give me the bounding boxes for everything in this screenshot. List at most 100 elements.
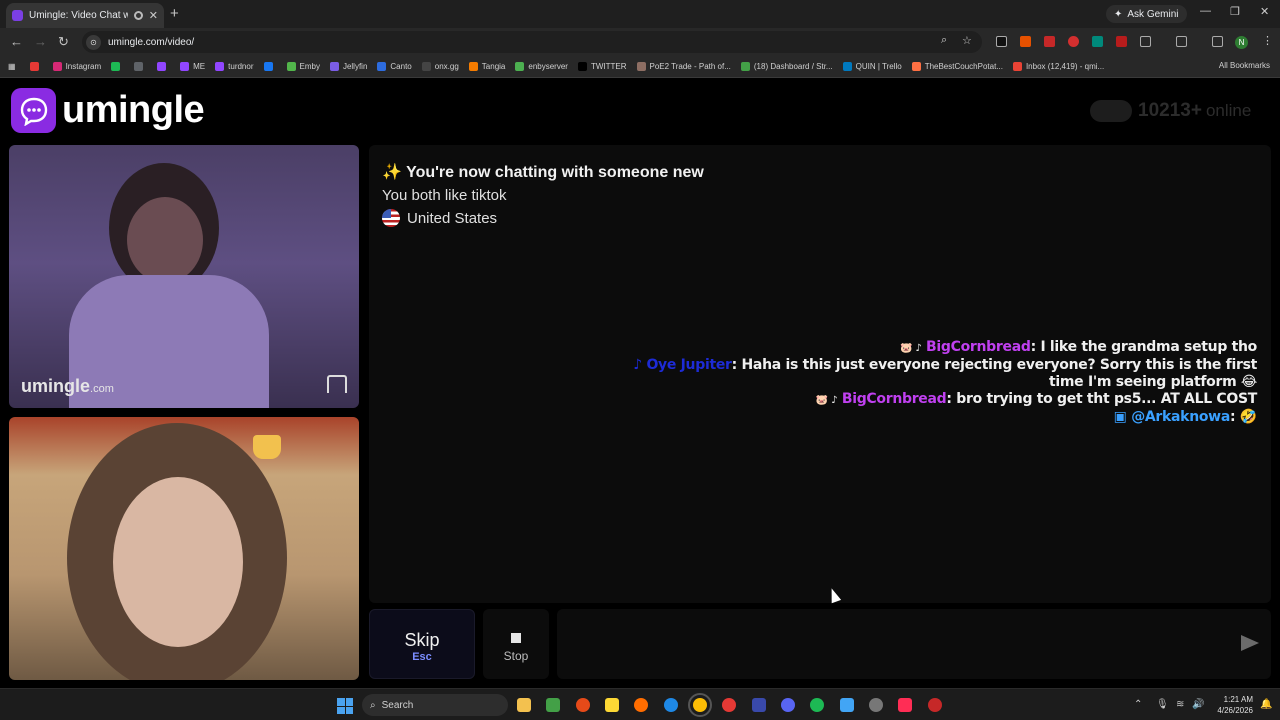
bookmark-item[interactable] bbox=[134, 62, 147, 71]
close-window-icon[interactable]: ✕ bbox=[1260, 5, 1269, 18]
bookmark-item[interactable] bbox=[263, 62, 277, 71]
bookmark-item[interactable]: Canto bbox=[377, 62, 412, 71]
site-info-icon[interactable]: ⊙ bbox=[86, 34, 101, 50]
search-icon: ⌕ bbox=[370, 699, 376, 711]
stranger-face bbox=[127, 197, 203, 283]
all-bookmarks-button[interactable]: All Bookmarks bbox=[1219, 61, 1270, 70]
windows-start-icon[interactable] bbox=[337, 698, 353, 714]
report-flag-icon[interactable] bbox=[327, 375, 347, 393]
bookmark-favicon-icon bbox=[421, 62, 431, 71]
stranger-video: umingle.com bbox=[9, 145, 359, 408]
extension-k-icon[interactable] bbox=[996, 36, 1007, 47]
back-icon[interactable]: ← bbox=[10, 34, 23, 49]
bookmark-favicon-icon bbox=[1012, 62, 1022, 71]
zoom-icon[interactable]: ⌕ bbox=[941, 34, 947, 47]
lamp-shade bbox=[253, 435, 281, 459]
media-controls-icon[interactable] bbox=[1212, 36, 1223, 47]
ask-gemini-label: Ask Gemini bbox=[1127, 8, 1179, 20]
tab-title: Umingle: Video Chat with S bbox=[29, 10, 128, 21]
umingle-favicon-icon bbox=[12, 10, 23, 21]
message-input[interactable] bbox=[557, 609, 1271, 679]
chrome-icon[interactable] bbox=[688, 693, 712, 717]
tab-umingle[interactable]: Umingle: Video Chat with S ✕ bbox=[6, 3, 164, 28]
bookmark-item[interactable]: TheBestCouchPotat... bbox=[911, 62, 1003, 71]
file-explorer-icon[interactable] bbox=[517, 698, 531, 712]
address-bar[interactable]: ⊙ umingle.com/video/ bbox=[82, 31, 982, 53]
bookmark-item[interactable] bbox=[157, 62, 170, 71]
app-red-icon[interactable] bbox=[928, 698, 942, 712]
extensions-puzzle-icon[interactable] bbox=[1140, 36, 1151, 47]
bookmark-item[interactable]: Inbox (12,419) - qmi... bbox=[1012, 62, 1104, 71]
bookmark-favicon-icon bbox=[215, 62, 225, 71]
extension-7tv-icon[interactable] bbox=[1092, 36, 1103, 47]
forward-icon[interactable]: → bbox=[34, 34, 47, 49]
restore-icon[interactable]: ❐ bbox=[1230, 5, 1240, 18]
wifi-icon[interactable]: ≋ bbox=[1176, 699, 1184, 710]
side-panel-icon[interactable] bbox=[1176, 36, 1187, 47]
opera-icon[interactable] bbox=[722, 698, 736, 712]
reload-icon[interactable]: ↻ bbox=[58, 34, 69, 50]
notepad-icon[interactable] bbox=[840, 698, 854, 712]
profile-avatar[interactable]: N bbox=[1235, 36, 1248, 49]
extension-fox-icon[interactable] bbox=[1020, 36, 1031, 47]
bookmark-item[interactable]: TWITTER bbox=[577, 62, 627, 71]
app-orange-icon[interactable] bbox=[576, 698, 590, 712]
skip-button[interactable]: Skip Esc bbox=[369, 609, 475, 679]
app-blue-icon[interactable] bbox=[752, 698, 766, 712]
chat-line: ♪ Oye Jupiter: Haha is this just everyon… bbox=[633, 357, 1257, 390]
minimize-icon[interactable]: — bbox=[1200, 5, 1211, 17]
close-tab-icon[interactable]: ✕ bbox=[149, 9, 158, 22]
obs-icon[interactable] bbox=[869, 698, 883, 712]
bookmark-item[interactable]: Tangia bbox=[468, 62, 506, 71]
taskbar-clock[interactable]: 1:21 AM 4/26/2026 bbox=[1207, 694, 1253, 716]
ask-gemini-button[interactable]: ✦ Ask Gemini bbox=[1106, 5, 1187, 23]
edge-icon[interactable] bbox=[664, 698, 678, 712]
self-video bbox=[9, 417, 359, 680]
bookmarks-bar: ▦ Instagram ME turdnor Emby Jellyfin Canto onx… bbox=[0, 56, 1280, 78]
bookmark-item[interactable] bbox=[111, 62, 124, 71]
gemini-icon: ✦ bbox=[1114, 8, 1123, 20]
extension-record-icon[interactable] bbox=[1044, 36, 1055, 47]
extension-youtube-icon[interactable] bbox=[1068, 36, 1079, 47]
bookmark-favicon-icon bbox=[911, 62, 921, 71]
bookmark-item[interactable] bbox=[29, 62, 43, 71]
bookmark-item[interactable]: onx.gg bbox=[421, 62, 459, 71]
bookmark-favicon-icon bbox=[515, 62, 525, 71]
online-toggle[interactable] bbox=[1090, 100, 1132, 122]
bookmark-label: Canto bbox=[390, 62, 412, 71]
tiktok-icon[interactable] bbox=[898, 698, 912, 712]
spotify-icon[interactable] bbox=[810, 698, 824, 712]
bookmark-item[interactable]: ME bbox=[180, 62, 205, 71]
bookmark-item[interactable]: (18) Dashboard / Str... bbox=[740, 62, 833, 71]
new-tab-button[interactable]: + bbox=[170, 5, 179, 22]
stream-chat-overlay: 🐷 ♪ BigCornbread: I like the grandma set… bbox=[597, 339, 1257, 426]
microphone-icon[interactable]: 🎙 bbox=[1156, 699, 1169, 710]
tray-chevron-icon[interactable]: ⌃ bbox=[1134, 699, 1142, 710]
extension-red-icon[interactable] bbox=[1116, 36, 1127, 47]
bookmark-label: Tangia bbox=[481, 62, 506, 71]
bookmark-item[interactable]: enbyserver bbox=[515, 62, 568, 71]
apps-grid-icon[interactable]: ▦ bbox=[8, 62, 16, 71]
bookmark-item[interactable]: Jellyfin bbox=[329, 62, 367, 71]
bookmark-item[interactable]: Emby bbox=[286, 62, 320, 71]
stop-button[interactable]: Stop bbox=[483, 609, 549, 679]
notifications-icon[interactable]: 🔔 bbox=[1260, 699, 1272, 710]
bookmark-item[interactable]: turdnor bbox=[215, 62, 254, 71]
send-icon[interactable] bbox=[1241, 635, 1259, 651]
volume-icon[interactable]: 🔊 bbox=[1192, 699, 1204, 710]
menu-kebab-icon[interactable]: ⋮ bbox=[1262, 34, 1273, 47]
bookmark-item[interactable]: Instagram bbox=[52, 62, 101, 71]
taskbar-search[interactable]: ⌕ Search bbox=[362, 694, 508, 716]
sticky-notes-icon[interactable] bbox=[605, 698, 619, 712]
bookmark-favicon-icon bbox=[157, 62, 167, 71]
bookmark-item[interactable]: QUIN | Trello bbox=[842, 62, 902, 71]
firefox-icon[interactable] bbox=[634, 698, 648, 712]
bookmark-item[interactable]: PoE2 Trade - Path of... bbox=[636, 62, 731, 71]
bookmark-favicon-icon bbox=[636, 62, 646, 71]
chat-line: 🐷 ♪ BigCornbread: bro trying to get tht … bbox=[815, 391, 1257, 407]
media-player-icon[interactable] bbox=[546, 698, 560, 712]
discord-icon[interactable] bbox=[781, 698, 795, 712]
umingle-logo[interactable]: umingle bbox=[11, 88, 205, 133]
bookmark-star-icon[interactable]: ☆ bbox=[962, 34, 972, 47]
bookmark-label: ME bbox=[193, 62, 206, 71]
